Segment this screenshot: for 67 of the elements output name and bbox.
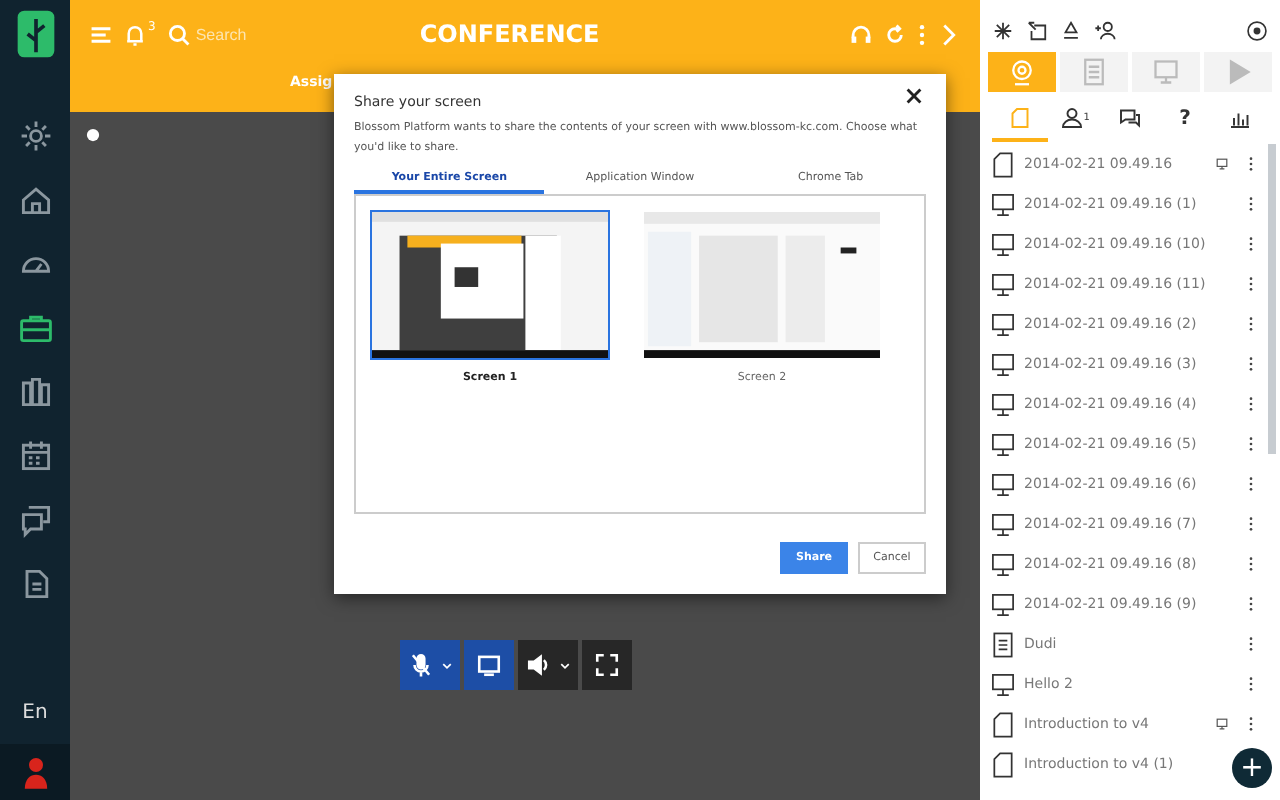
language-label[interactable]: En bbox=[22, 702, 48, 724]
record-icon[interactable] bbox=[1246, 19, 1268, 41]
caret-icon[interactable] bbox=[560, 661, 570, 669]
fullscreen-icon bbox=[594, 652, 620, 678]
notification-count: 3 bbox=[148, 20, 156, 34]
muted-microphone-icon bbox=[408, 652, 434, 678]
file-icon bbox=[990, 711, 1016, 737]
monitor-icon bbox=[1152, 58, 1180, 86]
presentation-icon bbox=[990, 351, 1016, 377]
presentation-icon bbox=[990, 191, 1016, 217]
more-icon[interactable] bbox=[1248, 316, 1254, 332]
monitor-icon bbox=[1216, 718, 1228, 730]
more-icon[interactable] bbox=[1248, 516, 1254, 532]
speaker-button[interactable] bbox=[518, 640, 578, 690]
more-icon[interactable] bbox=[1248, 156, 1254, 172]
page-title: CONFERENCE bbox=[419, 20, 600, 48]
more-icon[interactable] bbox=[1248, 356, 1254, 372]
presentation-icon bbox=[990, 431, 1016, 457]
mic-button[interactable] bbox=[400, 640, 460, 690]
presentation-icon bbox=[990, 551, 1016, 577]
more-icon[interactable] bbox=[1248, 396, 1254, 412]
file-icon bbox=[990, 751, 1016, 777]
user-count: 1 bbox=[1083, 112, 1090, 124]
more-icon[interactable] bbox=[1248, 196, 1254, 212]
pointer-dot-icon bbox=[86, 128, 100, 142]
text-file-icon bbox=[990, 631, 1016, 657]
chat-icon bbox=[1117, 106, 1142, 130]
presentation-icon bbox=[990, 511, 1016, 537]
export-icon[interactable] bbox=[1026, 19, 1048, 41]
presentation-icon bbox=[990, 471, 1016, 497]
presentation-icon bbox=[990, 311, 1016, 337]
presentation-icon bbox=[990, 591, 1016, 617]
add-button[interactable]: + bbox=[1232, 748, 1272, 788]
network-icon[interactable] bbox=[992, 19, 1014, 41]
presentation-icon bbox=[990, 671, 1016, 697]
more-icon[interactable] bbox=[1248, 476, 1254, 492]
monitor-icon bbox=[476, 652, 502, 678]
more-icon[interactable] bbox=[1248, 716, 1254, 732]
speaker-icon bbox=[526, 652, 552, 678]
logo-icon[interactable] bbox=[15, 8, 55, 60]
document-icon bbox=[1080, 58, 1108, 86]
more-icon[interactable] bbox=[1248, 276, 1254, 292]
file-icon bbox=[1007, 106, 1032, 130]
search-field[interactable]: Search bbox=[195, 25, 316, 43]
close-button[interactable] bbox=[902, 84, 926, 108]
person-icon bbox=[1059, 106, 1084, 130]
file-icon bbox=[990, 151, 1016, 177]
presentation-icon bbox=[990, 231, 1016, 257]
more-icon[interactable] bbox=[1248, 596, 1254, 612]
add-user-icon[interactable] bbox=[1094, 19, 1116, 41]
more-icon[interactable] bbox=[1248, 636, 1254, 652]
help-subtab[interactable]: ? bbox=[1157, 98, 1213, 142]
monitor-icon bbox=[1216, 158, 1228, 170]
presentation-icon bbox=[990, 391, 1016, 417]
people-subtab[interactable]: 1 bbox=[1047, 98, 1103, 142]
presentation-icon bbox=[990, 271, 1016, 297]
play-icon bbox=[1224, 58, 1252, 86]
more-icon[interactable] bbox=[1248, 556, 1254, 572]
more-icon[interactable] bbox=[1248, 236, 1254, 252]
screen-button[interactable] bbox=[464, 640, 514, 690]
avatar-icon[interactable] bbox=[21, 754, 49, 790]
more-icon[interactable] bbox=[1248, 436, 1254, 452]
webcam-icon bbox=[1008, 58, 1036, 86]
scrollbar[interactable] bbox=[1268, 144, 1276, 454]
more-icon[interactable] bbox=[1248, 676, 1254, 692]
caret-icon[interactable] bbox=[442, 661, 452, 669]
fullscreen-button[interactable] bbox=[582, 640, 632, 690]
